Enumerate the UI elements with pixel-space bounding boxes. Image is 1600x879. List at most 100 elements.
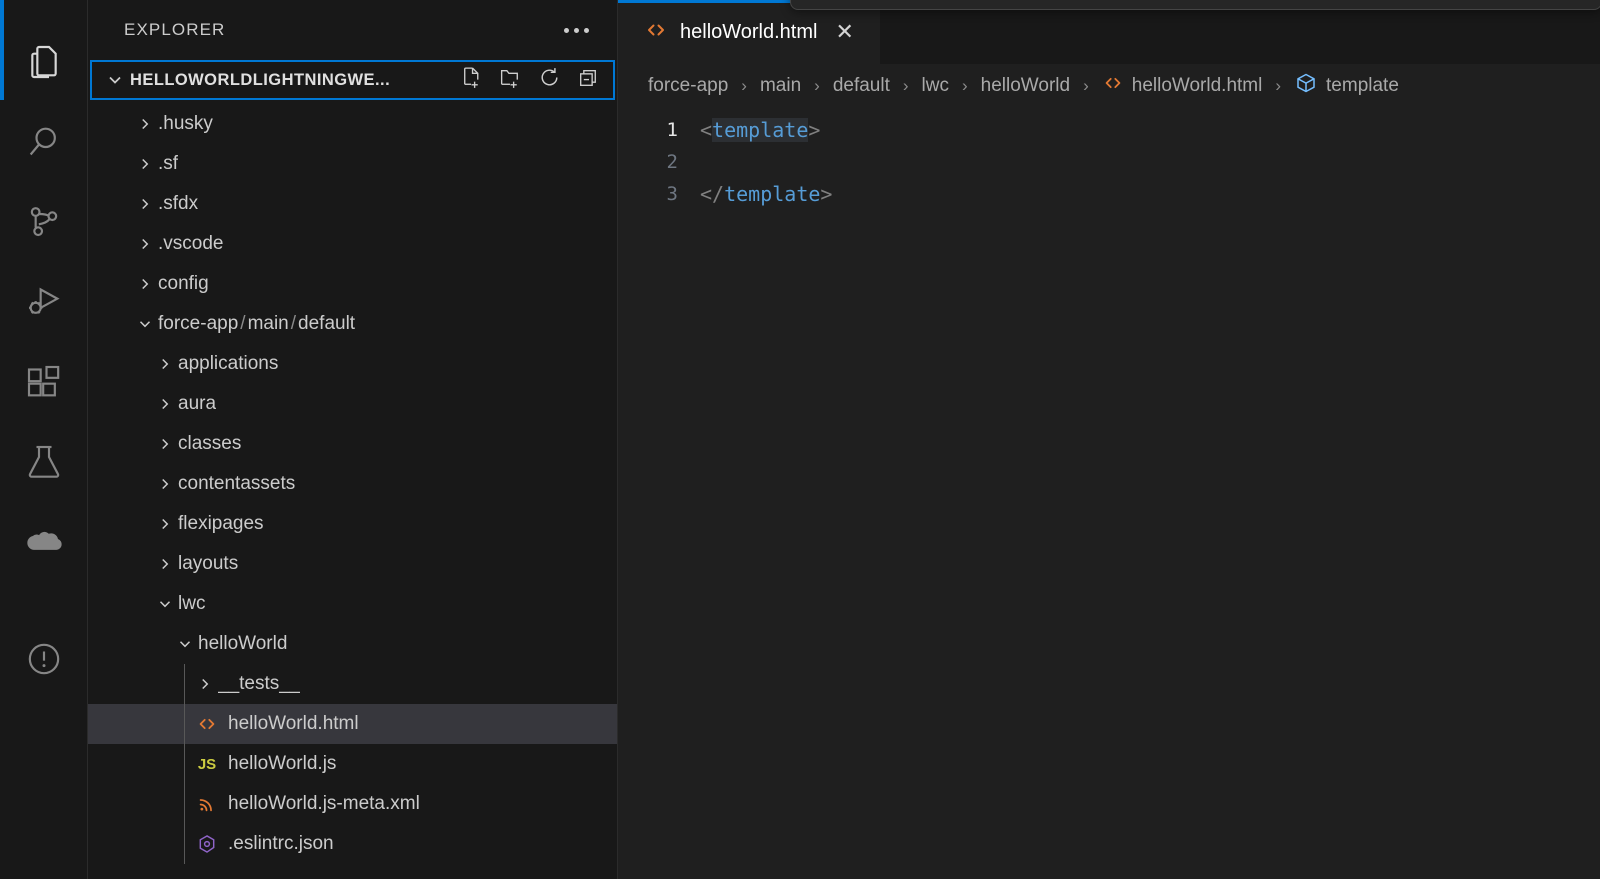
explorer-root-folder-label: HELLOWORLDLIGHTNINGWE... <box>130 70 391 89</box>
activity-bar-item-source-control[interactable] <box>0 182 88 262</box>
line-number: 1 <box>666 119 678 141</box>
tree-item[interactable]: lwc <box>88 584 617 624</box>
tree-item-label: helloWorld.html <box>228 713 359 734</box>
tree-item[interactable]: .sfdx <box>88 184 617 224</box>
tree-item-label: .vscode <box>158 233 224 254</box>
activity-bar-item-search[interactable] <box>0 102 88 182</box>
breadcrumb-item[interactable]: force-app <box>648 75 728 97</box>
editor-area: helloWorld.html ✕ force-app › main › default… <box>618 0 1600 879</box>
explorer-root-actions <box>459 65 613 95</box>
tree-item[interactable]: helloWorld <box>88 624 617 664</box>
chevron-right-icon[interactable] <box>152 395 178 413</box>
chevron-right-icon[interactable] <box>132 115 158 133</box>
tree-item-label: config <box>158 273 209 294</box>
tree-item[interactable]: .vscode <box>88 224 617 264</box>
tree-item[interactable]: .husky <box>88 104 617 144</box>
breadcrumb-label: default <box>832 75 890 96</box>
chevron-right-icon[interactable] <box>152 555 178 573</box>
activity-bar-item-run-and-debug[interactable] <box>0 262 88 342</box>
code-line[interactable]: 3 </template> <box>618 178 1600 210</box>
activity-bar-item-problems[interactable] <box>0 619 88 699</box>
code-token: template <box>724 182 821 206</box>
tree-item[interactable]: .eslintrc.json <box>88 824 617 864</box>
breadcrumb-label: helloWorld.html <box>1131 75 1263 96</box>
tree-item-label: __tests__ <box>218 673 301 694</box>
chevron-down-icon[interactable] <box>172 635 198 653</box>
indent-guide <box>184 824 185 864</box>
breadcrumb[interactable]: force-app › main › default › lwc › helloWorld › he… <box>618 64 1600 108</box>
tree-item[interactable]: flexipages <box>88 504 617 544</box>
tree-item[interactable]: helloWorld.js-meta.xml <box>88 784 617 824</box>
search-icon <box>24 122 64 162</box>
tree-item-label: helloWorld <box>198 633 288 654</box>
tree-item[interactable]: force-app / main / default <box>88 304 617 344</box>
code-line[interactable]: 2 <box>618 146 1600 178</box>
tree-item[interactable]: JS helloWorld.js <box>88 744 617 784</box>
breadcrumb-item[interactable]: lwc <box>922 75 949 97</box>
tree-item[interactable]: aura <box>88 384 617 424</box>
close-icon[interactable]: ✕ <box>829 17 859 47</box>
dot <box>564 27 569 33</box>
code-token: template <box>712 118 809 142</box>
activity-bar-item-explorer[interactable] <box>0 0 88 102</box>
breadcrumb-item[interactable]: default <box>833 75 890 97</box>
activity-bar-item-testing[interactable] <box>0 422 88 502</box>
chevron-right-icon[interactable] <box>132 155 158 173</box>
tree-item[interactable]: classes <box>88 424 617 464</box>
chevron-right-icon[interactable] <box>132 235 158 253</box>
tree-item-label: .husky <box>158 113 213 134</box>
line-number: 2 <box>666 151 678 173</box>
breadcrumb-item[interactable]: helloWorld.html <box>1102 72 1263 100</box>
tree-item-selected[interactable]: helloWorld.html <box>88 704 617 744</box>
chevron-right-icon[interactable] <box>152 435 178 453</box>
tree-item-label: force-app / main / default <box>158 313 356 334</box>
tree-item[interactable]: contentassets <box>88 464 617 504</box>
activity-bar-item-extensions[interactable] <box>0 342 88 422</box>
explorer-root-folder-row[interactable]: HELLOWORLDLIGHTNINGWE... <box>90 60 615 100</box>
tree-item[interactable]: .sf <box>88 144 617 184</box>
html-file-icon <box>192 713 222 735</box>
chevron-right-icon[interactable] <box>152 355 178 373</box>
beaker-icon <box>24 442 64 482</box>
breadcrumb-item[interactable]: template <box>1294 71 1399 101</box>
tree-item-label: aura <box>178 393 217 414</box>
tree-item-label: classes <box>178 433 242 454</box>
breadcrumb-label: template <box>1326 75 1399 96</box>
new-file-icon[interactable] <box>459 65 484 95</box>
breadcrumb-separator: › <box>1275 76 1282 95</box>
breadcrumb-label: main <box>759 75 802 96</box>
indent-guide <box>184 704 185 744</box>
explorer-file-tree[interactable]: .husky .sf .sfdx .vscode config force-app / mai… <box>88 100 617 879</box>
chevron-right-icon[interactable] <box>152 475 178 493</box>
eslint-file-icon <box>192 833 222 855</box>
editor-tab-helloworld-html[interactable]: helloWorld.html ✕ <box>618 0 880 64</box>
editor-tab-title: helloWorld.html <box>680 20 818 43</box>
chevron-right-icon[interactable] <box>132 275 158 293</box>
indent-guide <box>184 664 185 704</box>
sidebar-header: EXPLORER <box>88 0 617 60</box>
sidebar-more-actions-button[interactable] <box>558 20 595 41</box>
refresh-icon[interactable] <box>537 65 562 95</box>
chevron-right-icon[interactable] <box>152 515 178 533</box>
breadcrumb-item[interactable]: helloWorld <box>981 75 1070 97</box>
activity-bar-item-salesforce[interactable] <box>0 502 88 582</box>
breadcrumb-item[interactable]: main <box>760 75 801 97</box>
tree-item-label: layouts <box>178 553 239 574</box>
tree-item[interactable]: config <box>88 264 617 304</box>
js-file-icon: JS <box>197 755 217 773</box>
tree-item[interactable]: __tests__ <box>88 664 617 704</box>
code-line[interactable]: 1 <template> <box>618 114 1600 146</box>
collapse-all-icon[interactable] <box>576 65 601 95</box>
chevron-down-icon[interactable] <box>132 315 158 333</box>
breadcrumb-label: helloWorld <box>980 75 1071 96</box>
code-token: > <box>820 182 833 206</box>
code-editor[interactable]: 1 <template> 2 3 </template> <box>618 108 1600 879</box>
tree-item[interactable]: applications <box>88 344 617 384</box>
chevron-down-icon[interactable] <box>152 595 178 613</box>
breadcrumb-label: lwc <box>921 75 949 96</box>
chevron-right-icon[interactable] <box>192 675 218 693</box>
explorer-sidebar: EXPLORER HELLOWORLDLIGHTNINGWE... .husky… <box>88 0 618 879</box>
chevron-right-icon[interactable] <box>132 195 158 213</box>
new-folder-icon[interactable] <box>498 65 523 95</box>
tree-item[interactable]: layouts <box>88 544 617 584</box>
